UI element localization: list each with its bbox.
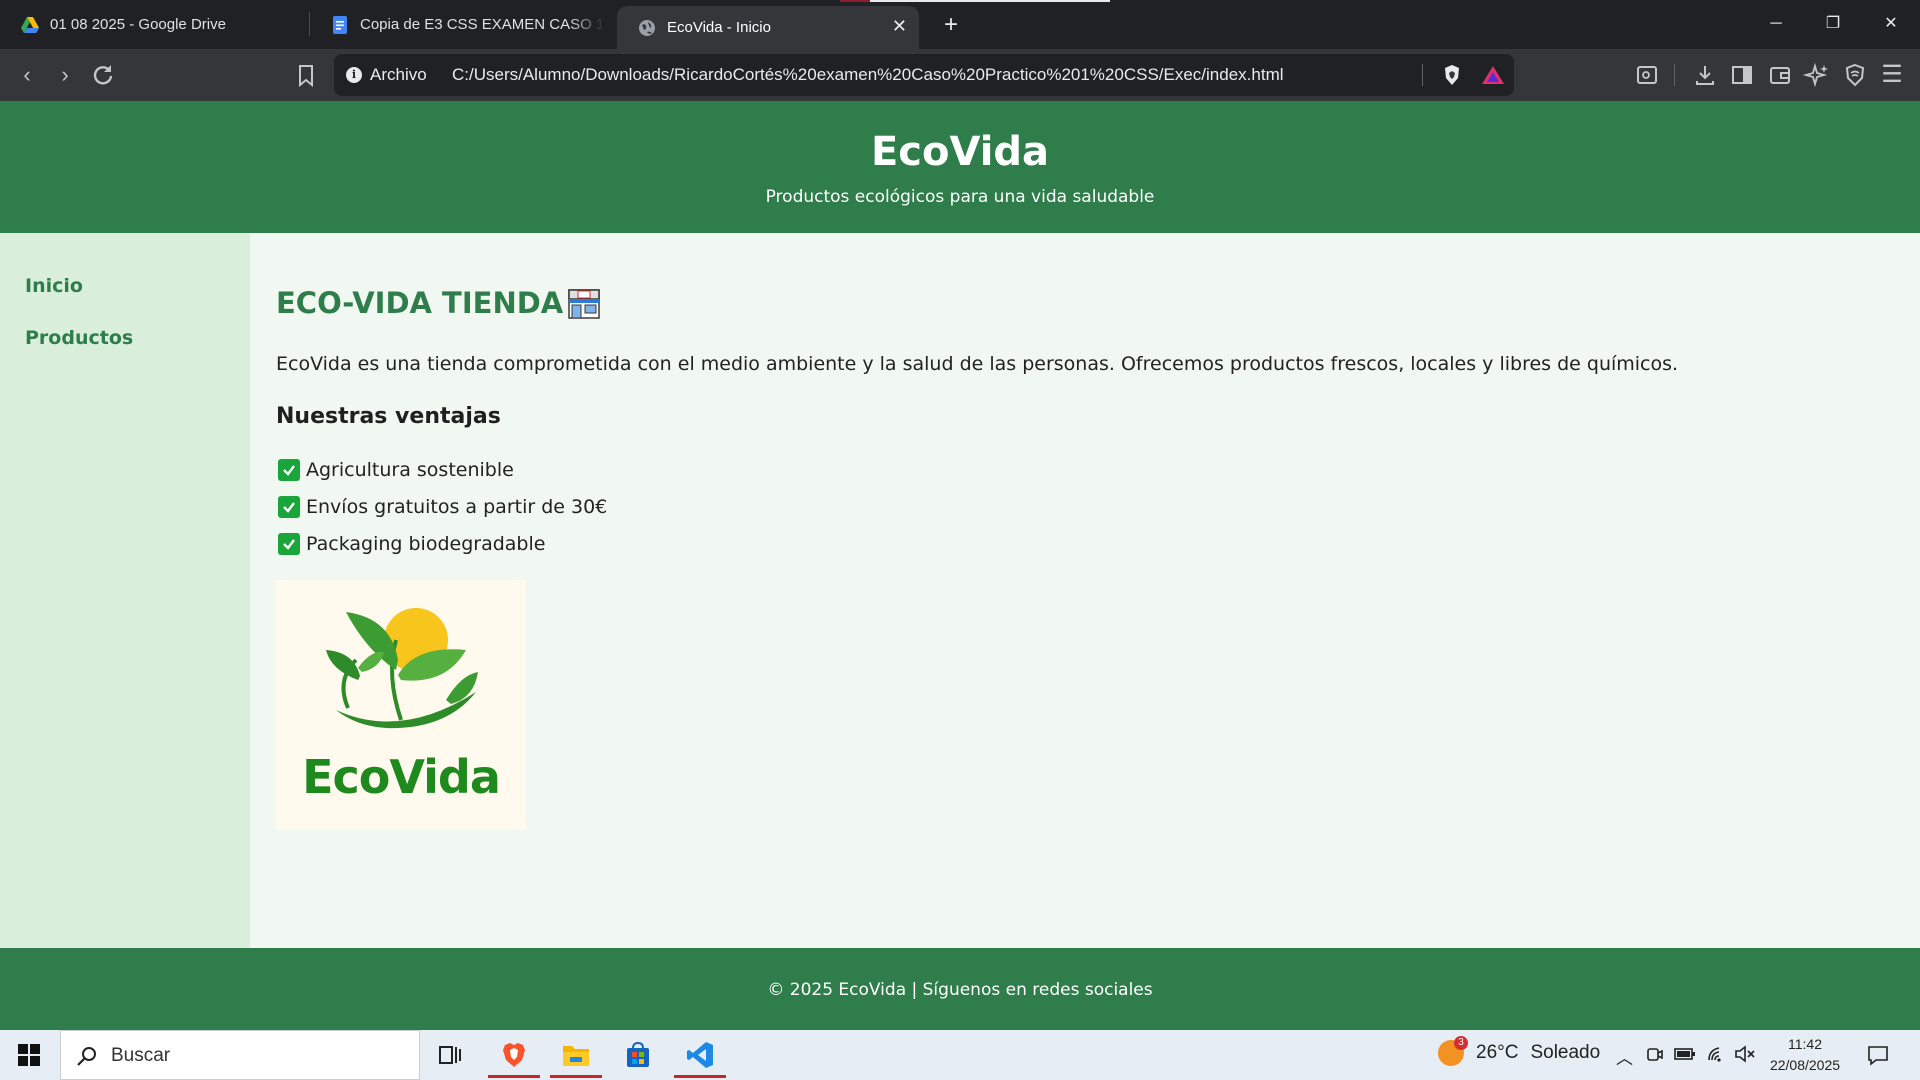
tab-google-drive[interactable]: 01 08 2025 - Google Drive — [0, 0, 310, 49]
system-clock[interactable]: 11:42 22/08/2025 — [1760, 1034, 1850, 1076]
nav-link-inicio[interactable]: Inicio — [25, 275, 83, 297]
sidebar-nav: Inicio Productos — [0, 233, 250, 948]
camera-icon[interactable] — [1645, 1044, 1665, 1064]
brave-rewards-icon[interactable] — [1481, 64, 1505, 86]
benefit-item: Agricultura sostenible — [278, 459, 514, 481]
taskbar-brave[interactable] — [488, 1030, 540, 1080]
reload-icon[interactable] — [88, 60, 118, 90]
menu-icon[interactable]: ☰ — [1877, 60, 1907, 90]
vscode-icon — [687, 1042, 713, 1068]
address-scheme: Archivo — [370, 65, 427, 84]
reader-mode-icon[interactable] — [1632, 60, 1662, 90]
taskbar-store[interactable] — [612, 1030, 664, 1080]
tab-title: EcoVida - Inicio — [667, 19, 771, 36]
tab-google-docs[interactable]: Copia de E3 CSS EXAMEN CASO 1 - A — [310, 0, 605, 49]
address-url[interactable]: C:/Users/Alumno/Downloads/RicardoCortés%… — [452, 65, 1284, 85]
google-docs-icon — [333, 15, 347, 34]
benefit-label: Envíos gratuitos a partir de 30€ — [306, 496, 608, 518]
taskbar-search[interactable]: Buscar — [60, 1030, 420, 1080]
folder-icon — [563, 1046, 589, 1066]
address-bar[interactable]: i Archivo C:/Users/Alumno/Downloads/Rica… — [334, 54, 1514, 96]
weather-condition: Soleado — [1530, 1042, 1601, 1063]
logo-wordmark: EcoVida — [302, 750, 501, 804]
wifi-icon[interactable] — [1706, 1044, 1726, 1064]
benefit-item: Packaging biodegradable — [278, 533, 545, 555]
task-view-icon — [439, 1046, 461, 1064]
intro-text: EcoVida es una tienda comprometida con e… — [276, 353, 1679, 375]
site-header: EcoVida Productos ecológicos para una vi… — [0, 101, 1920, 233]
weather-temp: 26°C — [1476, 1042, 1519, 1063]
taskbar-vscode[interactable] — [674, 1030, 726, 1080]
section-title: Nuestras ventajas — [276, 404, 501, 429]
volume-muted-icon[interactable] — [1734, 1044, 1756, 1064]
close-window-icon[interactable]: ✕ — [1868, 8, 1914, 40]
check-icon — [278, 496, 300, 518]
tab-title: 01 08 2025 - Google Drive — [50, 16, 226, 33]
windows-start-icon[interactable] — [16, 1042, 42, 1068]
check-icon — [278, 533, 300, 555]
globe-icon — [639, 19, 655, 36]
tab-strip: 01 08 2025 - Google Drive Copia de E3 CS… — [0, 0, 1920, 49]
toolbar-divider — [1674, 64, 1675, 86]
tab-loading-bar — [840, 0, 1110, 2]
page-title: ECO-VIDA TIENDA — [276, 285, 602, 321]
main-content: ECO-VIDA TIENDA EcoVida es una tienda co… — [250, 233, 1920, 948]
forward-icon[interactable]: › — [50, 60, 80, 90]
sidebar-icon[interactable] — [1727, 60, 1757, 90]
brave-shields-icon[interactable] — [1441, 64, 1463, 86]
brave-browser-icon — [503, 1043, 525, 1067]
benefit-label: Packaging biodegradable — [306, 533, 546, 555]
search-icon — [77, 1047, 96, 1066]
sun-icon: 3 — [1438, 1036, 1468, 1066]
leo-ai-icon[interactable] — [1802, 60, 1832, 90]
footer-text: © 2025 EcoVida | Síguenos en redes socia… — [767, 980, 1153, 1000]
chevron-up-icon[interactable]: ︿ — [1616, 1044, 1633, 1069]
web-page: EcoVida Productos ecológicos para una vi… — [0, 101, 1920, 1030]
weather-widget[interactable]: 3 26°C Soleado — [1438, 1036, 1601, 1066]
bookmark-icon[interactable] — [291, 60, 321, 90]
google-drive-icon — [21, 16, 39, 33]
tab-ecovida[interactable]: EcoVida - Inicio ✕ — [617, 6, 919, 49]
convenience-store-icon — [568, 289, 600, 319]
back-icon[interactable]: ‹ — [12, 60, 42, 90]
wallet-icon[interactable] — [1765, 60, 1795, 90]
close-tab-icon[interactable]: ✕ — [892, 16, 907, 37]
notifications-icon[interactable] — [1866, 1043, 1890, 1067]
search-placeholder: Buscar — [111, 1045, 171, 1066]
browser-toolbar: ‹ › i Archivo C:/Users/Alumno/Downloads/… — [0, 49, 1920, 101]
download-icon[interactable] — [1690, 60, 1720, 90]
new-tab-button[interactable]: + — [936, 10, 966, 40]
benefit-item: Envíos gratuitos a partir de 30€ — [278, 496, 607, 518]
clock-date: 22/08/2025 — [1769, 1057, 1841, 1073]
benefit-label: Agricultura sostenible — [306, 459, 514, 481]
vpn-shield-icon[interactable] — [1840, 60, 1870, 90]
taskbar: Buscar 3 26°C Soleado ︿ 11:42 22/08/2025 — [0, 1030, 1920, 1080]
task-view-button[interactable] — [424, 1030, 476, 1080]
tab-title: Copia de E3 CSS EXAMEN CASO 1 - A — [360, 16, 605, 33]
ecovida-logo-image: EcoVida — [276, 580, 526, 830]
info-icon[interactable]: i — [346, 67, 362, 83]
site-title: EcoVida — [870, 129, 1050, 175]
site-subtitle: Productos ecológicos para una vida salud… — [765, 187, 1155, 207]
weather-badge: 3 — [1454, 1036, 1468, 1050]
minimize-icon[interactable]: ─ — [1753, 8, 1799, 40]
microsoft-store-icon — [627, 1041, 649, 1067]
page-title-text: ECO-VIDA TIENDA — [276, 286, 564, 320]
leaf-sun-logo-icon — [326, 608, 478, 729]
battery-icon[interactable] — [1674, 1044, 1696, 1064]
restore-icon[interactable]: ❐ — [1810, 8, 1856, 40]
taskbar-file-explorer[interactable] — [550, 1030, 602, 1080]
check-icon — [278, 459, 300, 481]
site-footer: © 2025 EcoVida | Síguenos en redes socia… — [0, 948, 1920, 1030]
clock-time: 11:42 — [1788, 1036, 1822, 1052]
address-divider — [1422, 64, 1423, 86]
nav-link-productos[interactable]: Productos — [25, 327, 133, 349]
